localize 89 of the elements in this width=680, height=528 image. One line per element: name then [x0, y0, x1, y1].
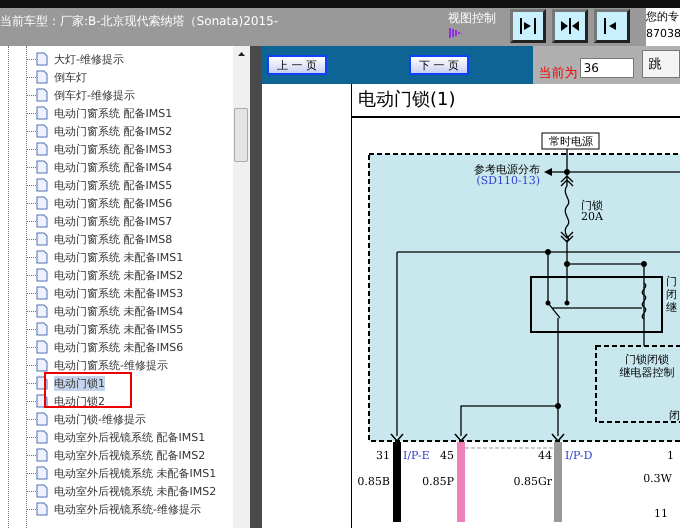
tree-item[interactable]: 倒车灯-维修提示: [54, 88, 135, 102]
diagram-label: 11: [654, 507, 668, 520]
tree-item[interactable]: 电动室外后视镜系统 配备IMS1: [54, 430, 206, 444]
tree-item[interactable]: 大灯-维修提示: [54, 52, 124, 66]
diagram-label: 0.85B: [357, 475, 390, 488]
sound-wave-icon: [448, 27, 464, 39]
scrollbar-thumb[interactable]: [234, 108, 248, 162]
tree-item[interactable]: 电动门窗系统 配备IMS4: [54, 160, 172, 174]
tree-item[interactable]: 电动门锁1: [54, 376, 105, 390]
diagram-label: 参考电源分布: [474, 163, 540, 176]
tree-item[interactable]: 电动门窗系统 未配备IMS4: [54, 304, 184, 318]
diagram-label: I/P-E: [403, 449, 430, 462]
document-icon: [36, 322, 48, 336]
arrow-right-icon: [519, 17, 537, 35]
view-layout-button[interactable]: [510, 9, 546, 43]
tree-item[interactable]: 电动门窗系统 配备IMS2: [54, 124, 172, 138]
diagram-label: 0.85P: [422, 475, 454, 488]
arrows-inward-icon: [559, 17, 581, 35]
diagram-label: 0.85Gr: [513, 475, 552, 488]
diagram-label: 20A: [581, 210, 603, 223]
tree-item[interactable]: 电动室外后视镜系统 配备IMS2: [54, 448, 206, 462]
document-icon: [36, 304, 48, 318]
tree-item[interactable]: 电动门窗系统 配备IMS3: [54, 142, 172, 156]
diagram-label: 闭: [666, 288, 677, 301]
document-icon: [36, 178, 48, 192]
document-icon: [36, 340, 48, 354]
diagram-label: 闭: [669, 409, 680, 422]
document-icon: [36, 88, 48, 102]
view-layout-button[interactable]: [594, 9, 630, 43]
document-icon: [36, 196, 48, 210]
document-icon: [36, 412, 48, 426]
diagram-label: 继电器控制: [620, 366, 674, 379]
diagram-label: 45: [440, 449, 454, 462]
tree-item[interactable]: 电动门窗系统 未配备IMS2: [54, 268, 184, 282]
tree-item[interactable]: 电动门锁-维修提示: [54, 412, 146, 426]
document-icon: [36, 142, 48, 156]
diagram-label: 31: [376, 449, 390, 462]
tree-item[interactable]: 电动门窗系统 配备IMS8: [54, 232, 172, 246]
tree-item[interactable]: 电动门窗系统 配备IMS6: [54, 196, 172, 210]
tree-item[interactable]: 电动门窗系统-维修提示: [54, 358, 168, 372]
diagram-label: (SD110-13): [476, 174, 540, 187]
power-label: 常时电源: [549, 135, 593, 148]
current-page-label: 当前为: [538, 65, 578, 83]
next-page-button[interactable]: 下 一 页: [409, 55, 469, 75]
tree-item[interactable]: 电动门窗系统 配备IMS7: [54, 214, 172, 228]
tree-item[interactable]: 倒车灯: [54, 70, 87, 84]
view-layout-button[interactable]: [552, 9, 588, 43]
diagram-label: 44: [538, 449, 552, 462]
document-icon: [36, 286, 48, 300]
tree-item[interactable]: 电动门窗系统 未配备IMS3: [54, 286, 184, 300]
diagram-label: 继: [666, 301, 677, 314]
tree-item[interactable]: 电动室外后视镜系统-维修提示: [54, 502, 201, 516]
diagram-label: 门: [666, 275, 677, 288]
document-icon: [36, 358, 48, 372]
document-icon: [36, 268, 48, 282]
document-icon: [36, 52, 48, 66]
document-icon: [36, 160, 48, 174]
diagram-label: 门锁闭锁: [625, 353, 669, 366]
document-icon: [36, 70, 48, 84]
diagram-label: I/P-D: [565, 449, 592, 462]
document-icon: [36, 466, 48, 480]
document-icon: [36, 232, 48, 246]
tree-item[interactable]: 电动室外后视镜系统 未配备IMS1: [54, 466, 216, 480]
document-icon: [36, 124, 48, 138]
document-title: 电动门锁(1): [352, 84, 680, 118]
document-icon: [36, 250, 48, 264]
document-icon: [36, 484, 48, 498]
tree-item[interactable]: 电动门窗系统 未配备IMS1: [54, 250, 184, 264]
page-number-field[interactable]: 36: [580, 58, 634, 78]
account-text: 您的专: [646, 9, 680, 25]
previous-page-button[interactable]: 上 一 页: [267, 55, 327, 75]
account-text: 87038: [646, 26, 680, 42]
document-icon: [36, 430, 48, 444]
tree-item[interactable]: 电动门窗系统 配备IMS5: [54, 178, 172, 192]
diagram-label: 门锁: [581, 199, 603, 212]
view-control-label: 视图控制: [448, 10, 496, 27]
tree-item[interactable]: 电动门锁2: [54, 394, 105, 408]
document-icon: [36, 502, 48, 516]
document-icon: [36, 448, 48, 462]
document-icon: [36, 214, 48, 228]
vehicle-model-title: 当前车型：厂家:B-北京现代索纳塔（Sonata)2015-: [0, 13, 280, 30]
tree-item[interactable]: 电动门窗系统 配备IMS1: [54, 106, 172, 120]
diagram-label: 1: [667, 449, 674, 462]
diagram-label: 0.3W: [643, 472, 672, 485]
tree-item[interactable]: 电动门窗系统 未配备IMS6: [54, 340, 184, 354]
tree-item[interactable]: 电动室外后视镜系统 未配备IMS2: [54, 484, 216, 498]
document-icon: [36, 106, 48, 120]
jump-button[interactable]: 跳: [642, 50, 680, 78]
tree-item[interactable]: 电动门窗系统 未配备IMS5: [54, 322, 184, 336]
